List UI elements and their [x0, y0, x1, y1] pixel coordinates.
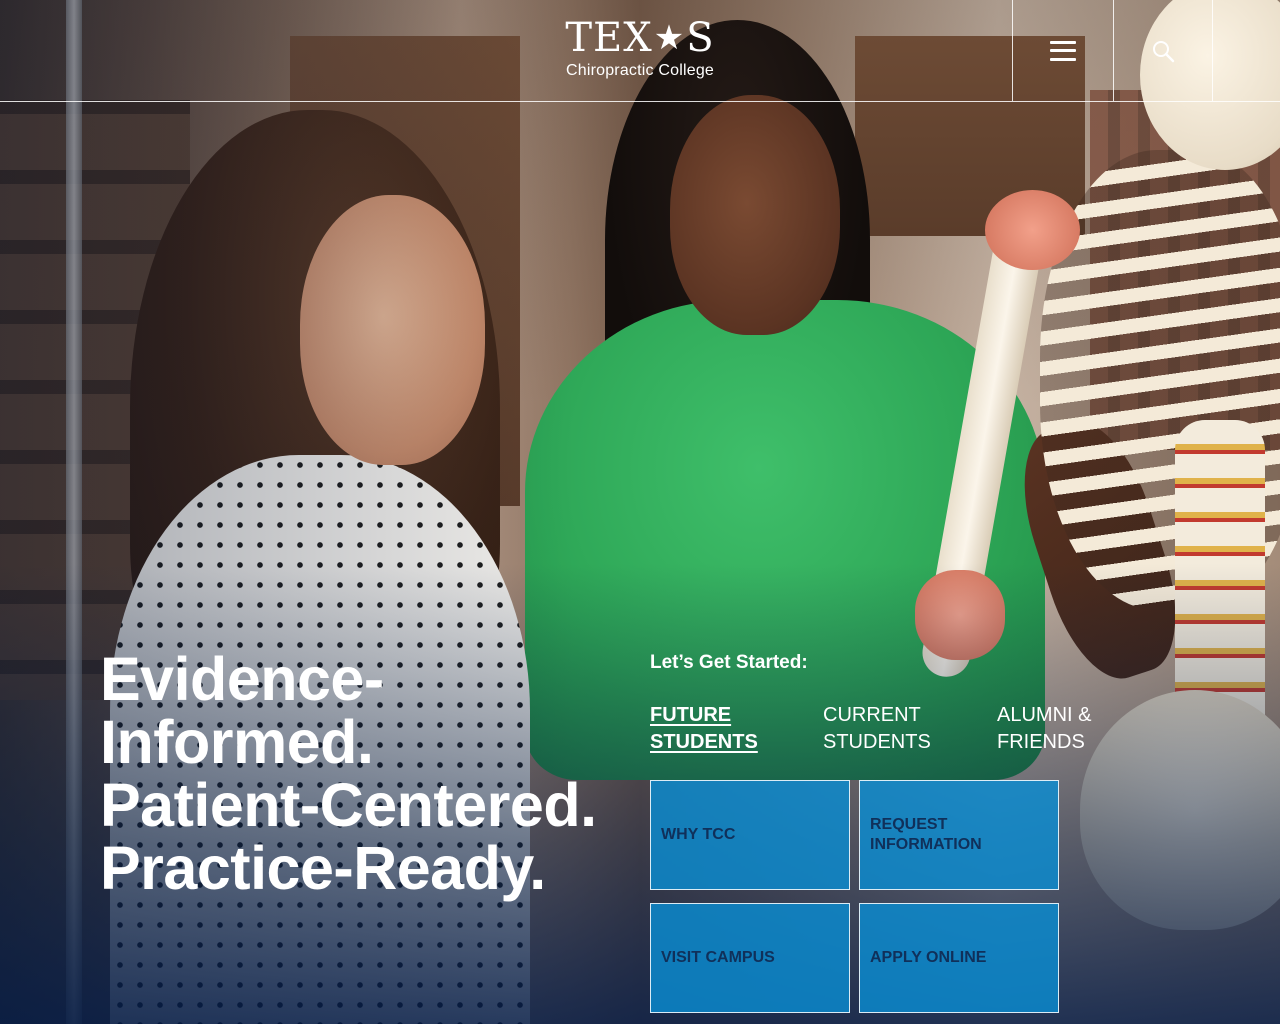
logo-word-left: TEX: [565, 15, 653, 61]
logo-wordmark: TEX ★ S: [560, 18, 720, 58]
request-information-button[interactable]: REQUEST INFORMATION: [859, 780, 1059, 890]
tile-label: WHY TCC: [661, 826, 736, 843]
tab-current-students[interactable]: CURRENT STUDENTS: [823, 702, 993, 756]
search-button[interactable]: [1113, 0, 1213, 101]
site-logo[interactable]: TEX ★ S Chiropractic College: [560, 18, 720, 80]
tile-label: APPLY ONLINE: [870, 949, 987, 966]
logo-star-icon: ★: [653, 18, 686, 58]
tab-label-line-1: CURRENT: [823, 704, 921, 726]
headline-line-2: Informed.: [100, 708, 374, 776]
tile-label: REQUEST INFORMATION: [870, 816, 982, 853]
tab-label-line-1: FUTURE: [650, 704, 732, 726]
tab-label-line-1: ALUMNI &: [997, 704, 1092, 726]
tab-label-line-2: FRIENDS: [997, 731, 1085, 753]
site-header: TEX ★ S Chiropractic College: [0, 0, 1280, 102]
logo-subtitle: Chiropractic College: [565, 62, 715, 79]
why-tcc-button[interactable]: WHY TCC: [650, 780, 850, 890]
hamburger-menu-icon: [1049, 40, 1076, 61]
logo-word-right: S: [686, 15, 715, 61]
get-started-title: Let’s Get Started:: [650, 652, 808, 673]
headline-line-1: Evidence-: [100, 645, 384, 713]
tile-label: VISIT CAMPUS: [661, 949, 775, 966]
headline-line-3: Patient-Centered.: [100, 771, 597, 839]
menu-button[interactable]: [1012, 0, 1112, 101]
tab-alumni-friends[interactable]: ALUMNI & FRIENDS: [997, 702, 1167, 756]
hero-headline: Evidence- Informed. Patient-Centered. Pr…: [100, 648, 660, 900]
visit-campus-button[interactable]: VISIT CAMPUS: [650, 903, 850, 1013]
search-icon: [1153, 40, 1175, 62]
headline-line-4: Practice-Ready.: [100, 834, 546, 902]
apply-online-button[interactable]: APPLY ONLINE: [859, 903, 1059, 1013]
tab-label-line-2: STUDENTS: [823, 731, 931, 753]
tab-label-line-2: STUDENTS: [650, 731, 758, 753]
tab-future-students[interactable]: FUTURE STUDENTS: [650, 702, 820, 756]
